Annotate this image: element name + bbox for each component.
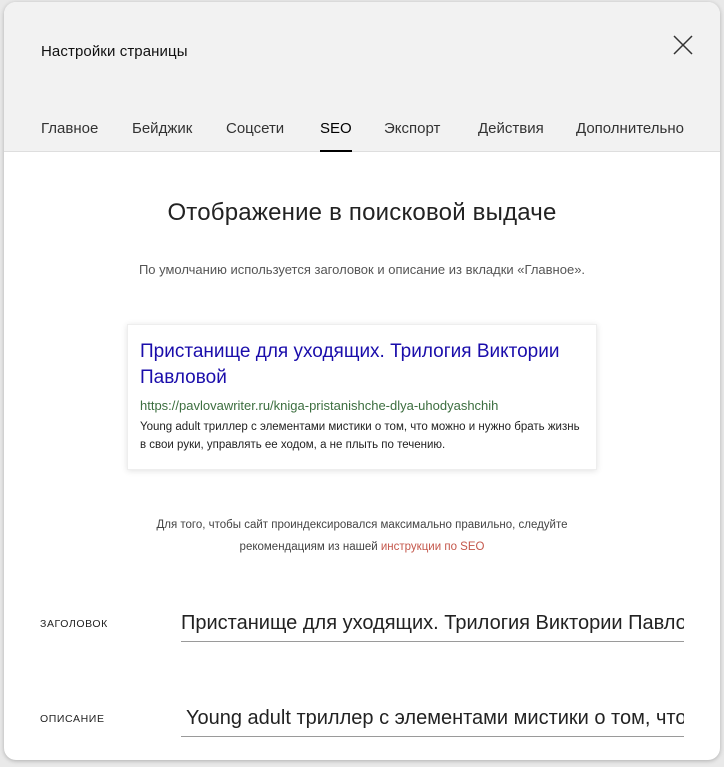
tab-actions[interactable]: Действия — [478, 120, 544, 152]
title-field-label: ЗАГОЛОВОК — [40, 618, 108, 630]
page-settings-modal: Настройки страницы Главное Бейджик Соцсе… — [4, 2, 720, 760]
tab-export[interactable]: Экспорт — [384, 120, 440, 152]
seo-title-input[interactable] — [181, 606, 684, 642]
search-result-preview: Пристанище для уходящих. Трилогия Виктор… — [127, 324, 597, 470]
seo-content: Отображение в поисковой выдаче По умолча… — [4, 152, 720, 760]
tab-additional[interactable]: Дополнительно — [576, 120, 684, 152]
tab-main[interactable]: Главное — [41, 120, 98, 152]
modal-header: Настройки страницы Главное Бейджик Соцсе… — [4, 2, 720, 152]
close-button[interactable] — [670, 32, 696, 58]
seo-hint-text: рекомендациям из нашей — [239, 541, 381, 553]
tab-seo[interactable]: SEO — [320, 120, 352, 152]
preview-url: https://pavlovawriter.ru/kniga-pristanis… — [140, 398, 499, 413]
section-title: Отображение в поисковой выдаче — [167, 199, 557, 226]
section-description: По умолчанию используется заголовок и оп… — [138, 262, 586, 277]
seo-hint-line-2: рекомендациям из нашей инструкции по SEO — [4, 536, 720, 558]
seo-description-input[interactable] — [181, 701, 684, 737]
seo-instructions-link[interactable]: инструкции по SEO — [381, 541, 485, 553]
seo-hint-line-1: Для того, чтобы сайт проиндексировался м… — [156, 519, 568, 531]
modal-title: Настройки страницы — [41, 43, 188, 60]
tab-social[interactable]: Соцсети — [226, 120, 284, 152]
tab-badge[interactable]: Бейджик — [132, 120, 192, 152]
preview-title: Пристанище для уходящих. Трилогия Виктор… — [140, 341, 560, 388]
seo-hint: Для того, чтобы сайт проиндексировался м… — [4, 514, 720, 558]
close-icon — [673, 35, 693, 55]
description-field-label: ОПИСАНИЕ — [40, 713, 105, 725]
preview-description: Young adult триллер с элементами мистики… — [140, 421, 580, 451]
